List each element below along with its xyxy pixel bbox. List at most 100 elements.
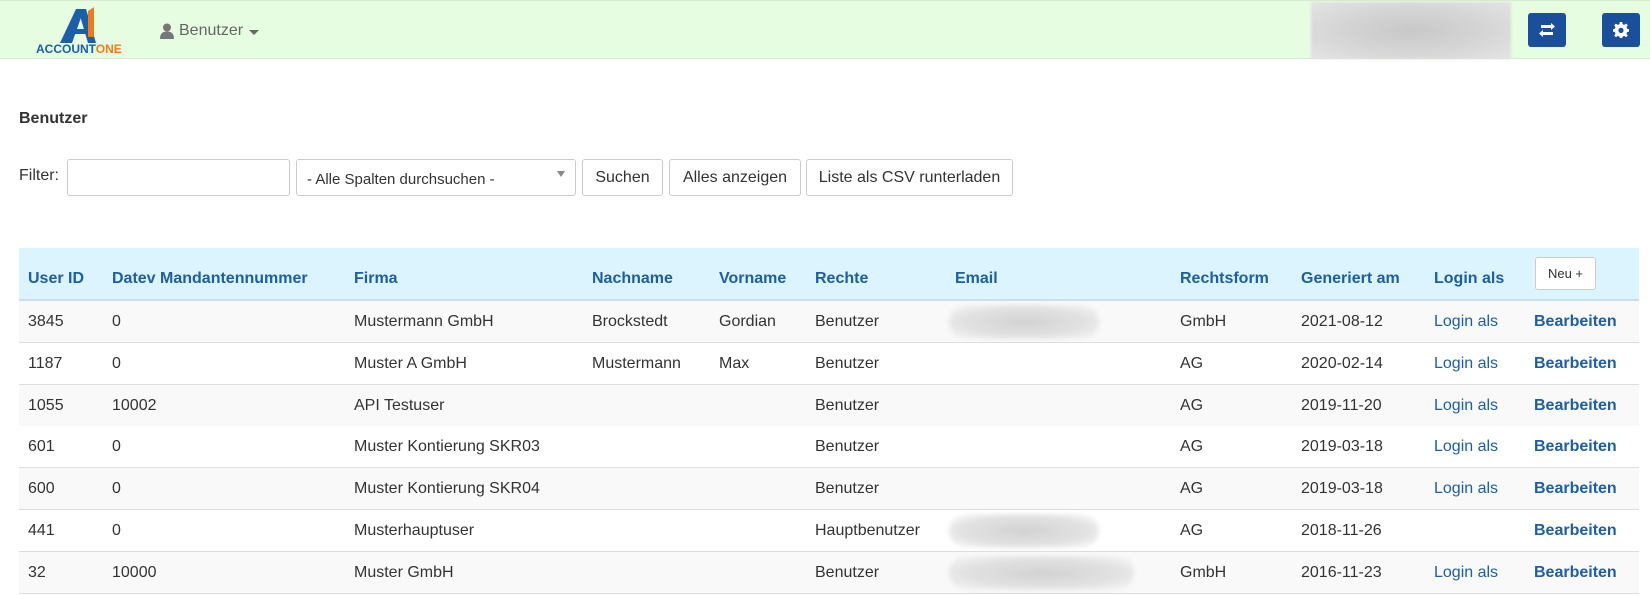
cell-generiert-am: 2019-11-20 [1301,396,1382,414]
chevron-down-icon [249,29,260,35]
refresh-icon [1539,23,1555,37]
cell-firma: Musterhauptuser [354,522,475,539]
cell-datev: 0 [112,522,121,539]
column-header-generiert-am[interactable]: Generiert am [1301,270,1400,288]
cell-generiert-am: 2018-11-26 [1301,522,1382,539]
cell-rechtsform: GmbH [1180,313,1227,330]
cell-vorname: Max [719,354,750,372]
column-header-rechtsform[interactable]: Rechtsform [1180,270,1269,288]
logo-text-one: ONE [95,42,122,56]
select-arrow-icon [557,171,565,177]
cell-generiert-am: 2021-08-12 [1301,313,1383,330]
table-row: 32 10000 Muster GmbH Benutzer GmbH 2016-11-23… [19,551,1639,594]
table-row: 441 0 Musterhauptuser Hauptbenutzer AG 2018-1… [19,510,1639,552]
settings-button[interactable] [1602,13,1640,47]
cell-rechte: Benutzer [815,396,880,414]
edit-link[interactable]: Bearbeiten [1534,564,1617,582]
column-header-vorname[interactable]: Vorname [719,270,786,288]
column-header-firma[interactable]: Firma [354,270,398,288]
column-header-email[interactable]: Email [955,270,998,288]
login-as-link[interactable]: Login als [1434,480,1498,498]
cell-nachname: Brockstedt [592,313,668,330]
cell-rechtsform: AG [1180,438,1204,456]
edit-link[interactable]: Bearbeiten [1534,355,1617,373]
page-title: Benutzer [19,110,88,127]
cell-firma: Mustermann GmbH [354,313,494,330]
cell-datev: 0 [112,438,121,456]
column-header-user-id[interactable]: User ID [28,270,84,288]
top-navbar: ACCOUNTONE Benutzer [0,0,1650,59]
show-all-button[interactable]: Alles anzeigen [669,159,801,196]
cell-rechte: Benutzer [815,313,880,330]
column-select[interactable]: - Alle Spalten durchsuchen - [296,159,576,196]
cell-generiert-am: 2019-03-18 [1301,480,1383,498]
accountone-logo[interactable]: ACCOUNTONE [32,7,132,57]
csv-download-button[interactable]: Liste als CSV runterladen [806,159,1013,196]
cell-rechte: Hauptbenutzer [815,522,920,539]
column-header-nachname[interactable]: Nachname [592,270,673,288]
cell-user-id: 600 [28,480,55,498]
logo-mark-icon [60,7,96,43]
cell-datev: 0 [112,354,121,372]
login-as-link[interactable]: Login als [1434,397,1498,415]
cell-datev: 0 [112,480,121,498]
cell-rechte: Benutzer [815,480,880,498]
cell-user-id: 32 [28,563,46,581]
cell-datev: 10000 [112,563,157,581]
cell-firma: Muster GmbH [354,563,454,581]
filter-input[interactable] [67,159,290,196]
login-as-link[interactable]: Login als [1434,438,1498,456]
email-redacted [949,555,1134,590]
cell-vorname: Gordian [719,313,776,330]
cell-firma: Muster Kontierung SKR03 [354,438,540,456]
login-as-link[interactable]: Login als [1434,355,1498,373]
table-row: 601 0 Muster Kontierung SKR03 Benutzer AG 201… [19,426,1639,469]
table-header: User ID Datev Mandantennummer Firma Nach… [19,248,1639,301]
user-icon [160,23,174,39]
cell-rechtsform: GmbH [1180,563,1227,581]
login-as-link[interactable]: Login als [1434,564,1498,582]
table-row: 1187 0 Muster A GmbH Mustermann Max Benutzer A… [19,342,1639,385]
cell-generiert-am: 2019-03-18 [1301,438,1383,456]
table-row: 1055 10002 API Testuser Benutzer AG 2019-11-2… [19,384,1639,427]
cell-user-id: 3845 [28,313,64,330]
cell-rechtsform: AG [1180,396,1204,414]
cell-datev: 10002 [112,396,157,414]
cell-datev: 0 [112,313,121,330]
user-menu-label: Benutzer [179,22,244,39]
email-redacted [949,305,1099,339]
cell-rechte: Benutzer [815,438,880,456]
edit-link[interactable]: Bearbeiten [1534,313,1617,331]
cell-firma: Muster Kontierung SKR04 [354,480,540,498]
filter-label: Filter: [19,167,59,184]
cell-rechtsform: AG [1180,522,1204,539]
column-header-datev[interactable]: Datev Mandantennummer [112,270,308,288]
column-header-login-als[interactable]: Login als [1434,270,1504,288]
table-row: 3845 0 Mustermann GmbH Brockstedt Gordian Ben… [19,301,1639,343]
logo-text: ACCOUNTONE [36,42,122,56]
cell-nachname: Mustermann [592,354,681,372]
redacted-area [1311,2,1511,59]
cell-generiert-am: 2016-11-23 [1301,563,1382,581]
cell-user-id: 601 [28,438,55,456]
edit-link[interactable]: Bearbeiten [1534,480,1617,498]
cell-generiert-am: 2020-02-14 [1301,354,1383,372]
gear-icon [1613,22,1629,38]
search-button[interactable]: Suchen [582,159,663,196]
cell-rechte: Benutzer [815,354,880,372]
login-as-link[interactable]: Login als [1434,313,1498,331]
refresh-button[interactable] [1528,13,1566,47]
column-header-rechte[interactable]: Rechte [815,270,868,288]
user-menu-dropdown[interactable]: Benutzer [160,19,260,43]
cell-user-id: 441 [28,522,55,539]
edit-link[interactable]: Bearbeiten [1534,438,1617,456]
column-select-value: - Alle Spalten durchsuchen - [307,171,495,188]
cell-user-id: 1187 [28,354,63,372]
cell-user-id: 1055 [28,396,64,414]
email-redacted [949,514,1099,548]
edit-link[interactable]: Bearbeiten [1534,522,1617,540]
cell-rechte: Benutzer [815,563,880,581]
new-user-button[interactable]: Neu + [1535,257,1596,290]
cell-firma: Muster A GmbH [354,354,467,372]
edit-link[interactable]: Bearbeiten [1534,397,1617,415]
